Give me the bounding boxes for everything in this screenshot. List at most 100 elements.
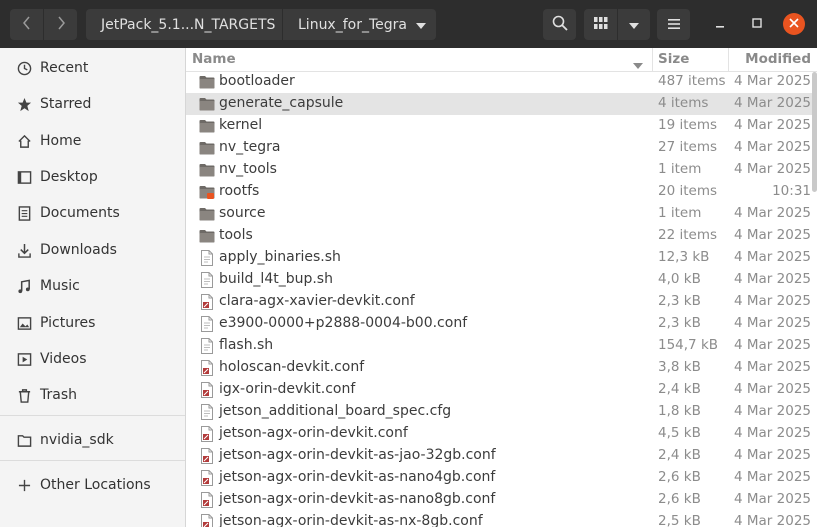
column-name[interactable]: Name (192, 51, 236, 67)
file-row[interactable]: apply_binaries.sh 12,3 kB 4 Mar 2025 (186, 247, 817, 269)
file-row[interactable]: generate_capsule 4 items 4 Mar 2025 (186, 93, 817, 115)
sidebar-item-recent[interactable]: Recent (0, 53, 185, 83)
breadcrumb-current[interactable]: Linux_for_Tegra (283, 9, 436, 40)
file-row[interactable]: rootfs 20 items 10:31 (186, 181, 817, 203)
file-size: 2,6 kB (658, 469, 701, 485)
sidebar-item-desktop[interactable]: Desktop (0, 162, 185, 192)
chevron-right-icon (56, 16, 66, 34)
sidebar-item-label: Desktop (40, 169, 98, 185)
config-file-icon (199, 492, 215, 508)
sidebar-item-label: Starred (40, 96, 92, 112)
file-modified: 4 Mar 2025 (734, 117, 811, 133)
file-modified: 4 Mar 2025 (734, 403, 811, 419)
sidebar-item-trash[interactable]: Trash (0, 380, 185, 410)
sidebar-item-videos[interactable]: Videos (0, 344, 185, 374)
search-button[interactable] (543, 9, 576, 40)
file-size: 2,4 kB (658, 381, 701, 397)
file-name: rootfs (219, 183, 260, 199)
file-row[interactable]: e3900-0000+p2888-0004-b00.conf 2,3 kB 4 Ma… (186, 313, 817, 335)
sidebar-item-other-locations[interactable]: Other Locations (0, 470, 185, 500)
file-row[interactable]: jetson_additional_board_spec.cfg 1,8 kB 4 … (186, 401, 817, 423)
view-options-button[interactable] (618, 9, 650, 40)
maximize-button[interactable] (747, 14, 767, 34)
caret-down-icon[interactable] (416, 17, 426, 33)
file-size: 487 items (658, 73, 726, 89)
file-name: igx-orin-devkit.conf (219, 381, 356, 397)
file-size: 154,7 kB (658, 337, 719, 353)
file-modified: 4 Mar 2025 (734, 205, 811, 221)
file-row[interactable]: jetson-agx-orin-devkit-as-nx-8gb.conf 2,5… (186, 511, 817, 527)
file-row[interactable]: source 1 item 4 Mar 2025 (186, 203, 817, 225)
file-name: holoscan-devkit.conf (219, 359, 365, 375)
config-file-icon (199, 514, 215, 527)
file-modified: 4 Mar 2025 (734, 469, 811, 485)
file-name: generate_capsule (219, 95, 344, 111)
star-icon (16, 96, 32, 112)
column-modified[interactable]: Modified (745, 51, 811, 67)
close-icon (789, 16, 799, 32)
sidebar-item-nvidia-sdk[interactable]: nvidia_sdk (0, 425, 185, 455)
text-file-icon (199, 272, 215, 288)
config-file-icon (199, 448, 215, 464)
close-button[interactable] (783, 13, 805, 35)
file-row[interactable]: nv_tegra 27 items 4 Mar 2025 (186, 137, 817, 159)
plus-icon (16, 477, 32, 493)
sidebar-item-pictures[interactable]: Pictures (0, 308, 185, 338)
scrollbar[interactable] (812, 72, 817, 192)
back-button[interactable] (10, 9, 43, 40)
file-name: apply_binaries.sh (219, 249, 341, 265)
sidebar-item-home[interactable]: Home (0, 126, 185, 156)
file-name: tools (219, 227, 253, 243)
picture-icon (16, 315, 32, 331)
column-size[interactable]: Size (658, 51, 689, 67)
sidebar-item-downloads[interactable]: Downloads (0, 235, 185, 265)
file-row[interactable]: build_l4t_bup.sh 4,0 kB 4 Mar 2025 (186, 269, 817, 291)
file-name: jetson-agx-orin-devkit-as-nx-8gb.conf (219, 513, 483, 527)
file-row[interactable]: holoscan-devkit.conf 3,8 kB 4 Mar 2025 (186, 357, 817, 379)
file-modified: 4 Mar 2025 (734, 513, 811, 527)
sidebar-item-music[interactable]: Music (0, 271, 185, 301)
file-row[interactable]: kernel 19 items 4 Mar 2025 (186, 115, 817, 137)
maximize-icon (752, 16, 762, 32)
home-icon (16, 133, 32, 149)
file-row[interactable]: jetson-agx-orin-devkit.conf 4,5 kB 4 Mar 2… (186, 423, 817, 445)
file-row[interactable]: jetson-agx-orin-devkit-as-nano4gb.conf 2,… (186, 467, 817, 489)
music-icon (16, 278, 32, 294)
sidebar-item-documents[interactable]: Documents (0, 198, 185, 228)
sidebar-item-starred[interactable]: Starred (0, 89, 185, 119)
file-row[interactable]: flash.sh 154,7 kB 4 Mar 2025 (186, 335, 817, 357)
file-row[interactable]: jetson-agx-orin-devkit-as-jao-32gb.conf 2… (186, 445, 817, 467)
text-file-icon (199, 316, 215, 332)
file-modified: 4 Mar 2025 (734, 161, 811, 177)
file-row[interactable]: tools 22 items 4 Mar 2025 (186, 225, 817, 247)
file-row[interactable]: nv_tools 1 item 4 Mar 2025 (186, 159, 817, 181)
menu-button[interactable] (657, 9, 690, 40)
file-modified: 4 Mar 2025 (734, 447, 811, 463)
file-modified: 4 Mar 2025 (734, 139, 811, 155)
file-row[interactable]: clara-agx-xavier-devkit.conf 2,3 kB 4 Mar … (186, 291, 817, 313)
file-size: 22 items (658, 227, 718, 243)
file-size: 3,8 kB (658, 359, 701, 375)
column-divider (652, 48, 653, 71)
file-name: kernel (219, 117, 263, 133)
config-file-icon (199, 294, 215, 310)
file-name: source (219, 205, 266, 221)
file-size: 2,3 kB (658, 315, 701, 331)
file-row[interactable]: bootloader 487 items 4 Mar 2025 (186, 71, 817, 93)
minimize-button[interactable] (710, 14, 730, 34)
minimize-icon (715, 16, 725, 32)
view-toggle-button[interactable] (584, 9, 617, 40)
file-name: build_l4t_bup.sh (219, 271, 333, 287)
file-size: 4 items (658, 95, 709, 111)
file-row[interactable]: igx-orin-devkit.conf 2,4 kB 4 Mar 2025 (186, 379, 817, 401)
folder-icon (16, 432, 32, 448)
file-name: nv_tegra (219, 139, 281, 155)
breadcrumb-parent[interactable]: JetPack_5.1...N_TARGETS (86, 9, 282, 40)
forward-button[interactable] (44, 9, 77, 40)
file-modified: 4 Mar 2025 (734, 491, 811, 507)
file-modified: 4 Mar 2025 (734, 293, 811, 309)
text-file-icon (199, 404, 215, 420)
file-modified: 4 Mar 2025 (734, 271, 811, 287)
file-row[interactable]: jetson-agx-orin-devkit-as-nano8gb.conf 2,… (186, 489, 817, 511)
file-modified: 10:31 (772, 183, 811, 199)
